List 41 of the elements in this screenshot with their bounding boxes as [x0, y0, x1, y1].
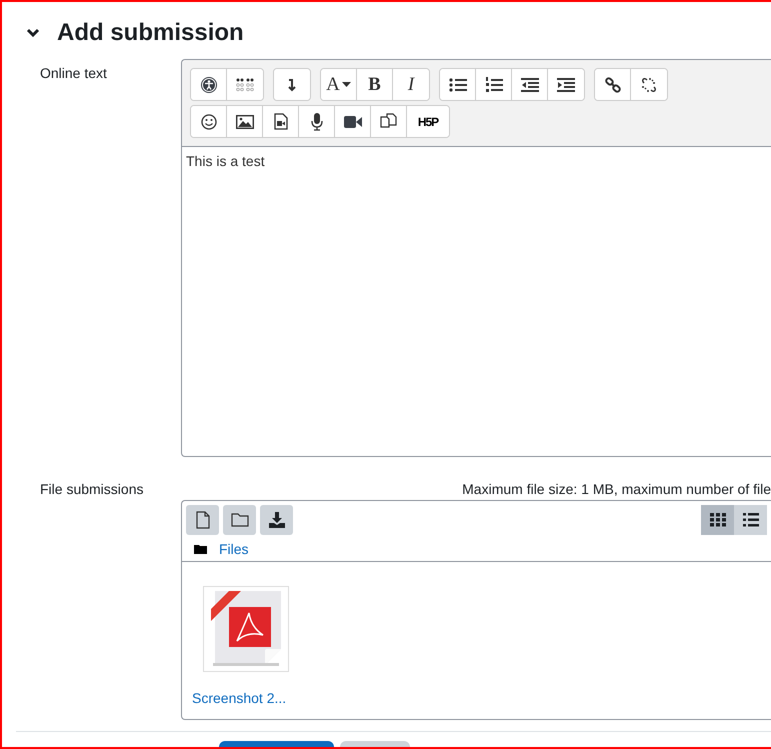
unlink-icon: [641, 76, 657, 92]
add-file-button[interactable]: [186, 505, 219, 535]
editor-text[interactable]: This is a test: [182, 147, 771, 456]
link-icon: [604, 76, 620, 92]
caret-icon: [342, 82, 351, 88]
download-icon: [268, 512, 284, 528]
file-limits-text: Maximum file size: 1 MB, maximum number of file: [461, 480, 771, 497]
list-icon: [742, 513, 758, 527]
grid-icon: [710, 513, 726, 527]
image-icon: [236, 114, 254, 128]
microphone-icon: [310, 112, 322, 130]
arrow-down-icon: [287, 78, 297, 92]
accessibility-button[interactable]: [191, 69, 227, 100]
bullet-list-icon: [448, 78, 466, 92]
list-view-button[interactable]: [734, 505, 767, 535]
smiley-icon: [200, 114, 216, 130]
outdent-icon: [520, 78, 538, 92]
files-icon: [380, 113, 397, 130]
field-label: File submissions: [39, 480, 144, 499]
braille-icon: [235, 76, 255, 92]
accessibility-icon: [200, 76, 218, 94]
folder-path-link[interactable]: Files: [219, 541, 249, 557]
link-button[interactable]: [595, 69, 631, 100]
field-label: Online text: [39, 64, 108, 83]
font-button[interactable]: A: [321, 69, 357, 100]
video-camera-icon: [344, 116, 362, 128]
chevron-down-icon[interactable]: [26, 28, 40, 38]
file-thumbnail[interactable]: [203, 586, 289, 672]
section-title: Add submission: [57, 19, 244, 47]
media-file-icon: [274, 113, 288, 130]
emoji-button[interactable]: [191, 106, 227, 137]
bullets-button[interactable]: [440, 69, 476, 100]
indent-icon: [557, 78, 575, 92]
folder-icon: [230, 513, 248, 527]
numbered-list-icon: [484, 76, 502, 92]
folder-icon: [194, 544, 207, 554]
file-icon: [196, 511, 210, 529]
grid-view-button[interactable]: [701, 505, 734, 535]
download-button[interactable]: [260, 505, 293, 535]
create-folder-button[interactable]: [223, 505, 256, 535]
file-name-link[interactable]: Screenshot 2...: [192, 690, 286, 706]
